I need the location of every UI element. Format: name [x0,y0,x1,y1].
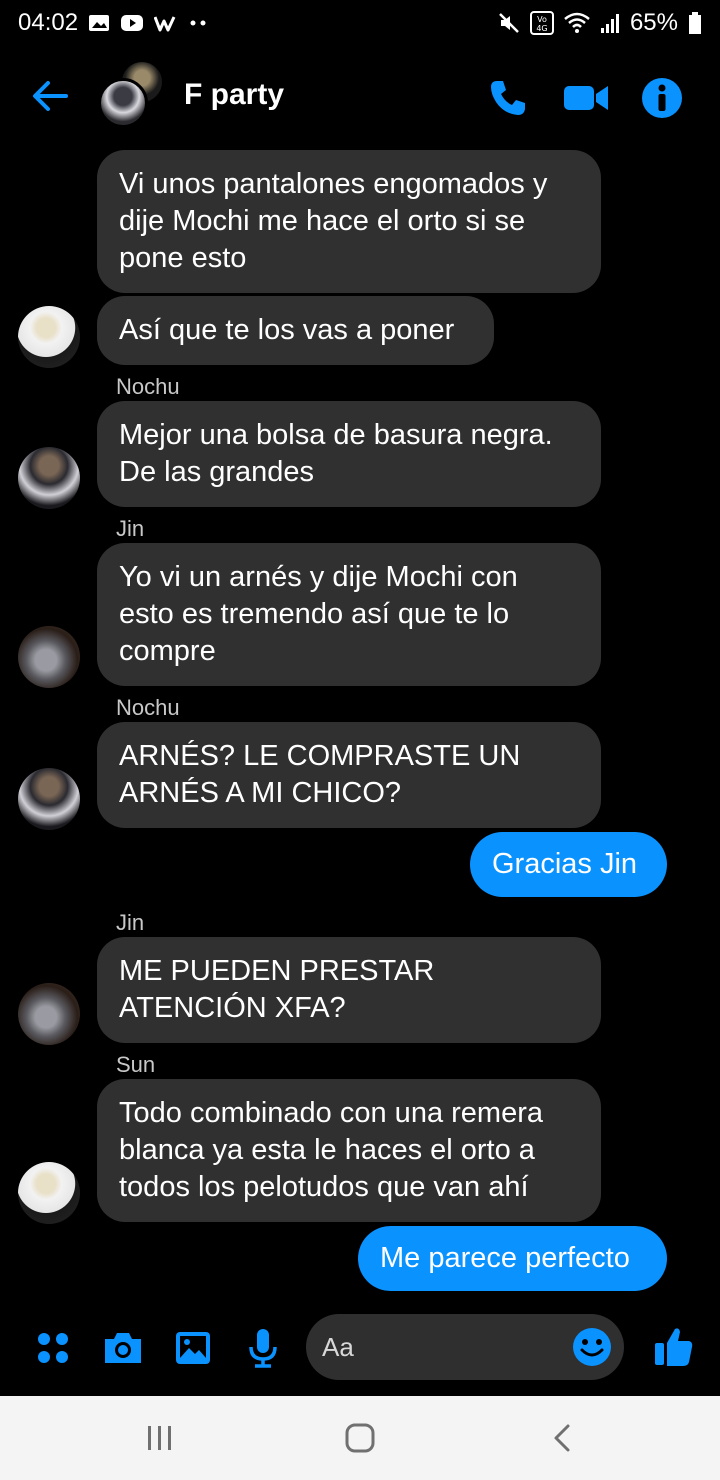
conversation-title[interactable]: F party [184,78,284,112]
mute-icon [498,12,520,34]
thumbs-up-icon[interactable] [650,1322,698,1372]
battery-percent: 65% [629,9,678,36]
wifi-icon [564,12,590,34]
group-avatar-member-2 [98,78,148,128]
emoji-icon[interactable] [570,1325,614,1369]
message-bubble[interactable]: Yo vi un arnés y dije Mochi con esto es … [97,543,601,686]
status-bar: 04:02 Vo 4G 65% [0,0,720,46]
sender-name: Jin [116,910,145,935]
message-list[interactable]: Vi unos pantalones engomados y dije Moch… [0,144,720,1304]
group-avatar[interactable] [98,60,170,132]
sender-name: Nochu [116,374,180,399]
avatar-jin[interactable] [18,626,80,688]
avatar-sun[interactable] [18,1162,80,1224]
w-app-icon [154,14,178,32]
message-bubble[interactable]: Vi unos pantalones engomados y dije Moch… [97,150,601,293]
phone-icon[interactable] [484,74,532,122]
message-bubble[interactable]: Así que te los vas a poner [97,296,494,365]
svg-text:4G: 4G [536,24,547,33]
gallery-icon [88,14,110,32]
video-icon[interactable] [562,74,610,122]
signal-icon [600,12,620,34]
avatar-sun[interactable] [18,306,80,368]
message-bubble[interactable]: ME PUEDEN PRESTAR ATENCIÓN XFA? [97,937,601,1043]
sent-message-bubble[interactable]: Me parece perfecto [358,1226,667,1291]
conversation-header: F party [0,52,720,144]
volte-4g-icon: Vo 4G [529,11,554,35]
youtube-icon [120,14,144,32]
mic-icon[interactable] [239,1324,287,1372]
back-arrow-icon[interactable] [28,74,72,118]
message-bubble[interactable]: Todo combinado con una remera blanca ya … [97,1079,601,1222]
composer-bar: Aa [0,1304,720,1394]
message-input[interactable]: Aa [306,1314,624,1380]
status-time: 04:02 [18,9,79,36]
avatar-nochu[interactable] [18,768,80,830]
battery-icon [688,11,702,35]
avatar-nochu[interactable] [18,447,80,509]
sent-message-bubble[interactable]: Gracias Jin [470,832,667,897]
image-icon[interactable] [169,1324,217,1372]
more-dots-icon [188,19,208,27]
avatar-jin[interactable] [18,983,80,1045]
recents-icon[interactable] [136,1416,184,1460]
message-bubble[interactable]: ARNÉS? LE COMPRASTE UN ARNÉS A MI CHICO? [97,722,601,828]
camera-icon[interactable] [99,1324,147,1372]
system-nav-bar [0,1396,720,1480]
message-bubble[interactable]: Mejor una bolsa de basura negra. De las … [97,401,601,507]
info-icon[interactable] [638,74,686,122]
apps-grid-icon[interactable] [29,1324,77,1372]
sender-name: Sun [116,1052,156,1077]
sender-name: Nochu [116,695,180,720]
svg-text:Vo: Vo [537,15,547,24]
back-icon[interactable] [538,1416,586,1460]
sender-name: Jin [116,516,145,541]
message-input-placeholder: Aa [322,1332,354,1362]
home-icon[interactable] [336,1416,384,1460]
